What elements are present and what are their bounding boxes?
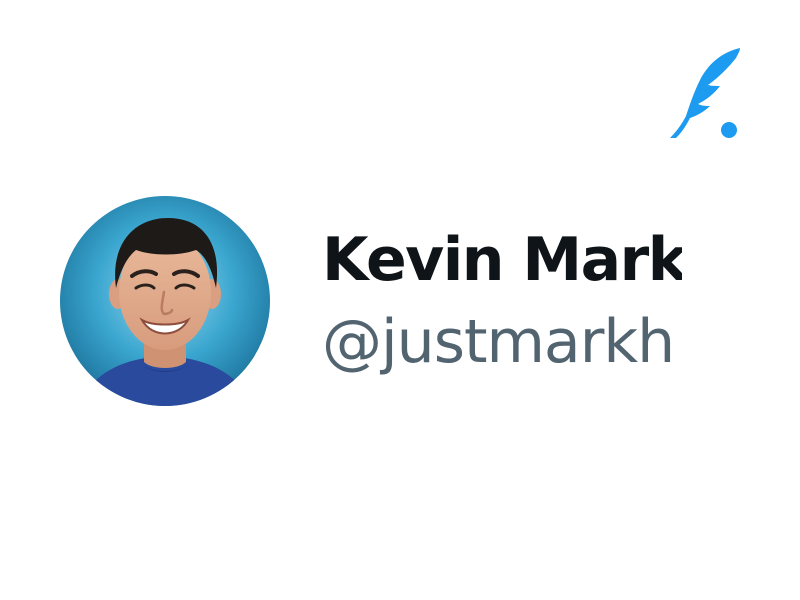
profile-identity: Kevin Mark @justmarkh	[322, 222, 682, 392]
quill-logo-icon	[666, 46, 744, 142]
user-handle[interactable]: @justmarkh	[322, 304, 675, 380]
display-name[interactable]: Kevin Mark	[322, 222, 682, 298]
avatar[interactable]	[60, 196, 270, 406]
profile-card: Kevin Mark @justmarkh	[0, 0, 800, 600]
